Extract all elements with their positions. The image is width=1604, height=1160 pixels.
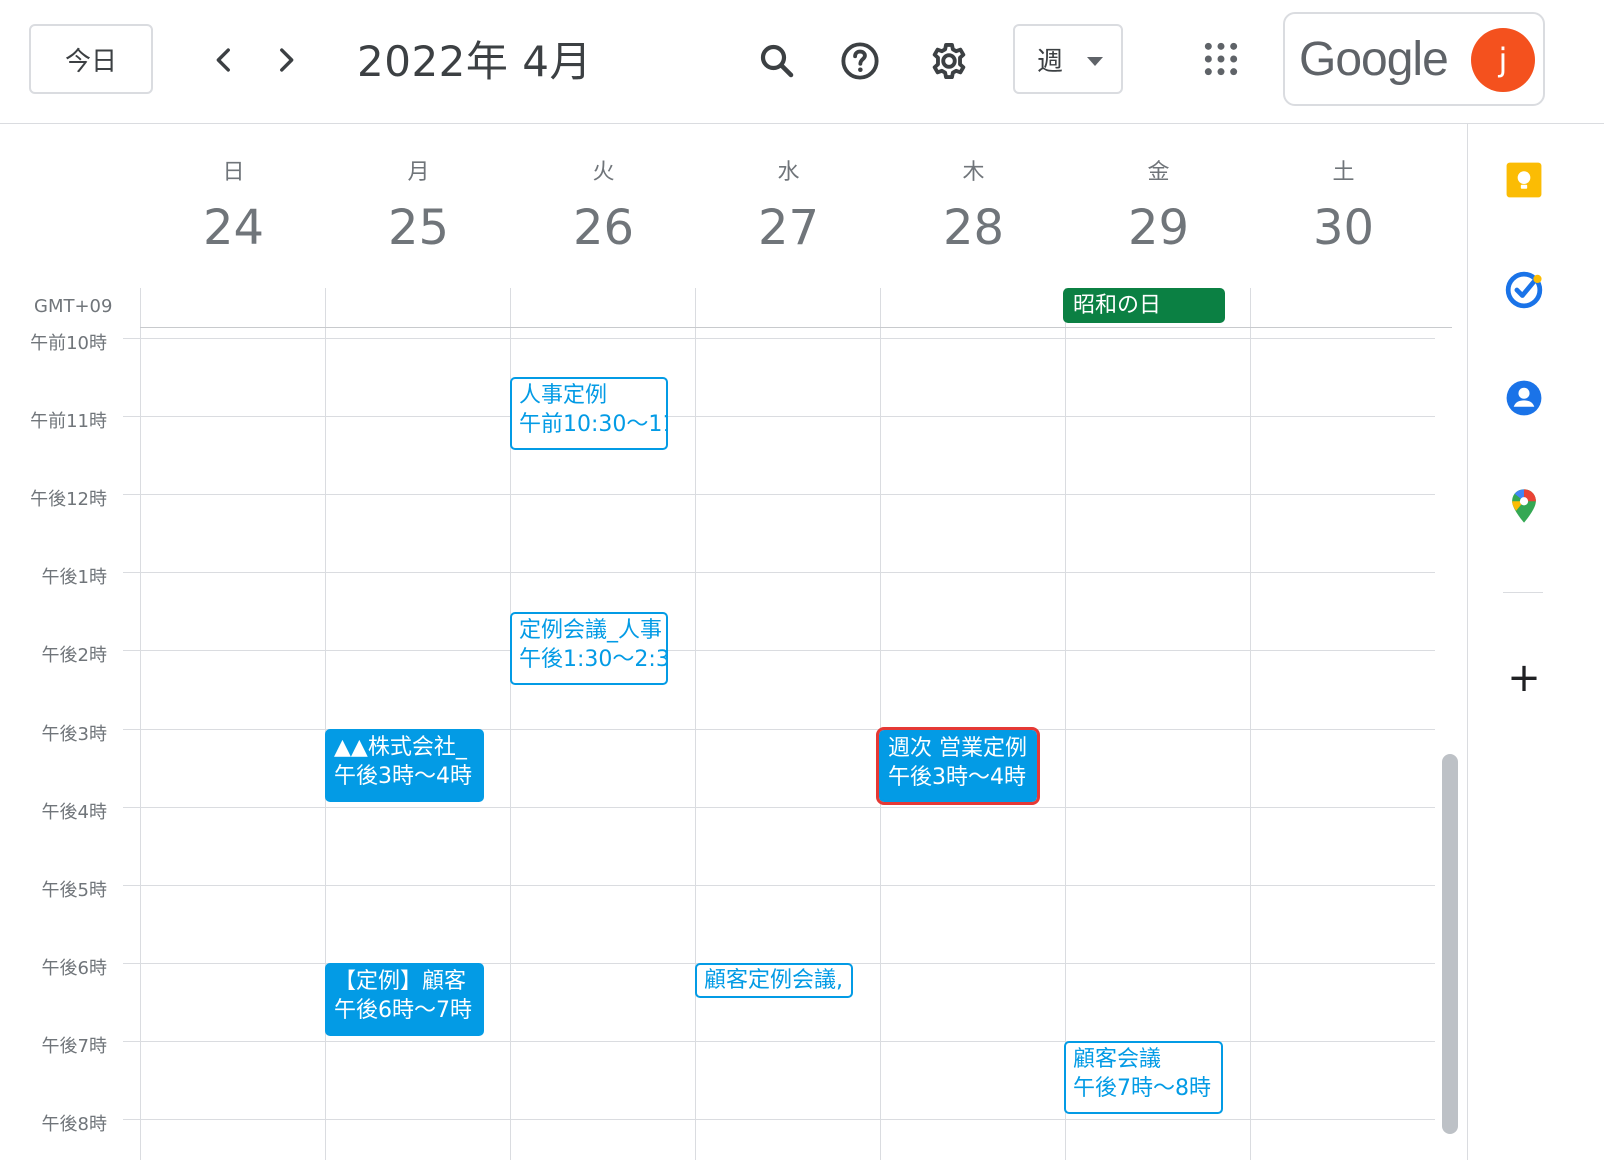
next-week-button[interactable]: [262, 36, 310, 84]
event-card[interactable]: ▲▲株式会社_ 午後3時〜4時: [325, 729, 484, 802]
event-card[interactable]: 顧客会議 午後7時〜8時: [1064, 1041, 1223, 1114]
google-logo: Google: [1299, 33, 1449, 86]
event-time: 午後1:30〜2:3: [519, 647, 668, 672]
day-number[interactable]: 24: [141, 200, 326, 256]
hour-line: [123, 494, 1435, 495]
gear-icon: [932, 42, 966, 80]
allday-divider: [140, 327, 1452, 328]
view-selector-label: 週: [1037, 46, 1064, 77]
allday-event[interactable]: 昭和の日: [1063, 288, 1225, 323]
hour-label: 午前10時: [30, 333, 107, 354]
day-of-week: 月: [407, 160, 430, 185]
help-icon: [841, 42, 879, 80]
dropdown-caret-icon: [1087, 57, 1103, 66]
day-number[interactable]: 27: [696, 200, 881, 256]
view-selector[interactable]: 週: [1013, 24, 1123, 94]
column-divider: [140, 288, 141, 1160]
event-card[interactable]: 【定例】顧客 午後6時〜7時: [325, 963, 484, 1036]
hour-label: 午後6時: [41, 958, 107, 979]
top-bar: 今日 2022年 4月 週 Google j: [0, 0, 1604, 124]
event-time: 午後6時〜7時: [334, 998, 472, 1023]
chevron-left-icon: [216, 48, 230, 72]
event-title: 人事定例: [519, 383, 608, 408]
event-card-selected[interactable]: 週次 営業定例 午後3時〜4時: [876, 727, 1040, 805]
event-title: ▲▲株式会社_: [334, 735, 467, 760]
avatar: j: [1471, 28, 1535, 92]
search-icon: [760, 44, 794, 78]
event-card[interactable]: 定例会議_人事 午後1:30〜2:3: [510, 612, 668, 685]
hour-line: [123, 416, 1435, 417]
settings-button[interactable]: [922, 34, 976, 88]
event-card[interactable]: 人事定例 午前10:30〜11: [510, 377, 668, 450]
chevron-right-icon: [280, 48, 294, 72]
day-number[interactable]: 30: [1251, 200, 1436, 256]
event-title: 【定例】顧客: [334, 969, 467, 994]
day-of-week: 金: [1147, 160, 1170, 185]
event-time: 午前10:30〜11: [519, 412, 668, 437]
day-number[interactable]: 28: [881, 200, 1066, 256]
event-title: 週次 営業定例: [888, 736, 1027, 761]
timezone-label: GMT+09: [34, 296, 113, 317]
hour-line: [123, 807, 1435, 808]
event-card[interactable]: 顧客定例会議,: [695, 963, 853, 998]
hour-label: 午後8時: [41, 1114, 107, 1135]
day-of-week: 水: [777, 160, 800, 185]
hour-line: [123, 1119, 1435, 1120]
column-divider: [1250, 288, 1251, 1160]
help-button[interactable]: [833, 34, 887, 88]
day-of-week: 火: [592, 160, 615, 185]
apps-grid-icon: [1204, 42, 1238, 76]
keep-button[interactable]: [1504, 160, 1544, 200]
hour-label: 午後7時: [41, 1036, 107, 1057]
contacts-icon: [1506, 380, 1542, 416]
keep-icon: [1506, 162, 1542, 198]
hour-label: 午後12時: [30, 489, 107, 510]
add-addon-button[interactable]: +: [1504, 658, 1544, 700]
today-button[interactable]: 今日: [29, 24, 153, 94]
event-time: 午後3時〜4時: [334, 764, 472, 789]
maps-button[interactable]: [1504, 486, 1544, 526]
hour-label: 午後1時: [41, 567, 107, 588]
day-number[interactable]: 25: [326, 200, 511, 256]
week-grid: 日 24 月 25 火 26 水 27 木 28 金 29 土 30 GMT+0…: [0, 124, 1467, 1160]
hour-line: [123, 650, 1435, 651]
month-title: 2022年 4月: [357, 37, 592, 86]
column-divider: [695, 288, 696, 1160]
day-of-week: 日: [222, 160, 245, 185]
event-title: 顧客会議: [1073, 1047, 1162, 1072]
hour-line: [123, 885, 1435, 886]
account-button[interactable]: Google j: [1283, 12, 1545, 106]
hour-label: 午前11時: [30, 411, 107, 432]
hour-label: 午後4時: [41, 802, 107, 823]
hour-label: 午後3時: [41, 724, 107, 745]
hour-line: [123, 572, 1435, 573]
hour-line: [123, 729, 1435, 730]
hour-label: 午後5時: [41, 880, 107, 901]
event-title: 顧客定例会議,: [704, 968, 843, 993]
prev-week-button[interactable]: [200, 36, 248, 84]
day-of-week: 木: [962, 160, 985, 185]
hour-line: [123, 338, 1435, 339]
side-panel: +: [1467, 124, 1604, 1160]
tasks-button[interactable]: [1504, 270, 1544, 310]
event-time: 午後7時〜8時: [1073, 1076, 1211, 1101]
day-number[interactable]: 29: [1066, 200, 1251, 256]
search-button[interactable]: [750, 34, 804, 88]
event-time: 午後3時〜4時: [888, 765, 1026, 790]
hour-line: [123, 1041, 1435, 1042]
event-title: 定例会議_人事: [519, 618, 663, 643]
apps-button[interactable]: [1193, 31, 1249, 87]
side-divider: [1503, 592, 1543, 593]
day-number[interactable]: 26: [511, 200, 696, 256]
contacts-button[interactable]: [1504, 378, 1544, 418]
column-divider: [1065, 288, 1066, 1160]
vertical-scrollbar[interactable]: [1442, 754, 1458, 1134]
hour-label: 午後2時: [41, 645, 107, 666]
column-divider: [880, 288, 881, 1160]
day-of-week: 土: [1332, 160, 1355, 185]
tasks-icon: [1505, 271, 1543, 309]
maps-icon: [1512, 489, 1536, 523]
